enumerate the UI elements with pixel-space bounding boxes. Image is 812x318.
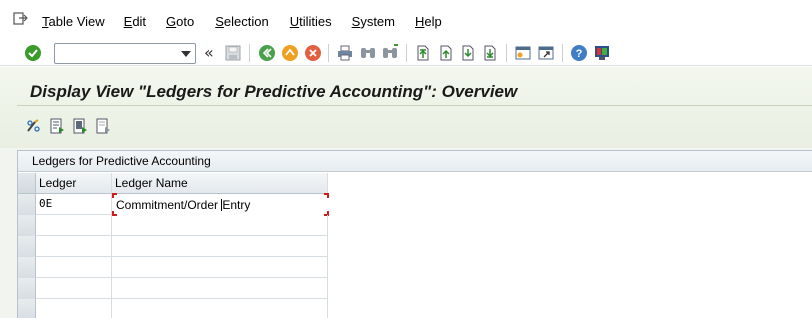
chevron-down-icon[interactable] bbox=[181, 51, 191, 57]
command-field[interactable] bbox=[54, 43, 196, 64]
exit-icon[interactable] bbox=[281, 44, 299, 62]
column-header-ledger[interactable]: Ledger bbox=[36, 173, 112, 194]
table-row bbox=[18, 236, 328, 257]
menu-icon[interactable] bbox=[13, 12, 29, 26]
table-row: 0E Commitment/Order Entry bbox=[18, 193, 329, 216]
svg-text:?: ? bbox=[576, 48, 583, 60]
last-page-icon[interactable] bbox=[481, 44, 499, 62]
print-icon[interactable] bbox=[336, 44, 354, 62]
ledger-name-cell[interactable] bbox=[112, 215, 328, 236]
menu-bar: Table View Edit Goto Selection Utilities… bbox=[0, 0, 812, 40]
ledger-name-cell[interactable] bbox=[112, 299, 328, 318]
display-change-icon[interactable] bbox=[25, 117, 43, 135]
column-header-ledger-name[interactable]: Ledger Name bbox=[112, 173, 328, 194]
ledger-name-cell[interactable]: Commitment/Order Entry bbox=[112, 194, 328, 215]
ledger-cell[interactable] bbox=[36, 236, 112, 257]
next-page-icon[interactable] bbox=[459, 44, 477, 62]
back-icon[interactable] bbox=[258, 44, 276, 62]
deselect-all-icon[interactable] bbox=[94, 117, 112, 135]
separator bbox=[328, 44, 329, 62]
application-toolbar bbox=[0, 111, 812, 139]
previous-page-icon[interactable] bbox=[437, 44, 455, 62]
ledger-name-text: Commitment/Order bbox=[116, 198, 222, 212]
row-selector[interactable] bbox=[18, 236, 36, 257]
table-row bbox=[18, 257, 328, 278]
ledger-section: Ledgers for Predictive Accounting Ledger… bbox=[17, 150, 812, 318]
content-area: Ledgers for Predictive Accounting Ledger… bbox=[0, 148, 812, 318]
select-all-icon[interactable] bbox=[71, 117, 89, 135]
title-area: Display View "Ledgers for Predictive Acc… bbox=[0, 67, 812, 148]
page-title: Display View "Ledgers for Predictive Acc… bbox=[30, 82, 518, 101]
details-icon[interactable] bbox=[48, 117, 66, 135]
menu-selection[interactable]: Selection bbox=[215, 14, 268, 29]
separator bbox=[506, 44, 507, 62]
ledger-table: Ledger Ledger Name 0E Commitment/Order E… bbox=[18, 173, 329, 318]
menu-goto[interactable]: Goto bbox=[166, 14, 194, 29]
save-icon[interactable] bbox=[224, 44, 242, 62]
ledger-cell[interactable] bbox=[36, 257, 112, 278]
menu-edit[interactable]: Edit bbox=[124, 14, 146, 29]
table-row bbox=[18, 299, 328, 318]
ledger-cell[interactable] bbox=[36, 278, 112, 299]
separator bbox=[249, 44, 250, 62]
table-header-row: Ledger Ledger Name bbox=[18, 173, 328, 194]
system-toolbar: « ? bbox=[0, 40, 812, 66]
ledger-cell[interactable] bbox=[36, 299, 112, 318]
row-selector[interactable] bbox=[18, 257, 36, 278]
focus-marker bbox=[112, 193, 117, 198]
table-row bbox=[18, 215, 328, 236]
separator bbox=[562, 44, 563, 62]
create-session-icon[interactable] bbox=[514, 44, 532, 62]
row-selector[interactable] bbox=[18, 194, 36, 215]
ledger-name-cell[interactable] bbox=[112, 278, 328, 299]
menu-help[interactable]: Help bbox=[415, 14, 442, 29]
find-icon[interactable] bbox=[359, 44, 377, 62]
menu-table-view[interactable]: Table View bbox=[42, 14, 105, 29]
focus-marker bbox=[324, 193, 329, 198]
ledger-name-cell[interactable] bbox=[112, 257, 328, 278]
find-next-icon[interactable] bbox=[381, 44, 399, 62]
section-title: Ledgers for Predictive Accounting bbox=[18, 151, 812, 172]
help-icon[interactable]: ? bbox=[570, 44, 588, 62]
separator bbox=[406, 44, 407, 62]
menu-utilities[interactable]: Utilities bbox=[290, 14, 332, 29]
shortcut-icon[interactable] bbox=[537, 44, 555, 62]
customize-layout-icon[interactable] bbox=[593, 44, 611, 62]
command-input[interactable] bbox=[55, 44, 175, 63]
enter-check-icon[interactable] bbox=[24, 44, 42, 62]
menu-items: Table View Edit Goto Selection Utilities… bbox=[42, 14, 442, 29]
row-selector[interactable] bbox=[18, 215, 36, 236]
cancel-icon[interactable] bbox=[304, 44, 322, 62]
menu-system[interactable]: System bbox=[352, 14, 395, 29]
first-page-icon[interactable] bbox=[414, 44, 432, 62]
ledger-name-text-rest: Entry bbox=[222, 198, 251, 212]
select-all-rows-button[interactable] bbox=[18, 173, 36, 194]
row-selector[interactable] bbox=[18, 278, 36, 299]
collapse-command-icon[interactable]: « bbox=[204, 43, 214, 62]
ledger-name-cell[interactable] bbox=[112, 236, 328, 257]
ledger-cell[interactable] bbox=[36, 215, 112, 236]
table-row bbox=[18, 278, 328, 299]
ledger-cell[interactable]: 0E bbox=[36, 194, 112, 215]
row-selector[interactable] bbox=[18, 299, 36, 318]
